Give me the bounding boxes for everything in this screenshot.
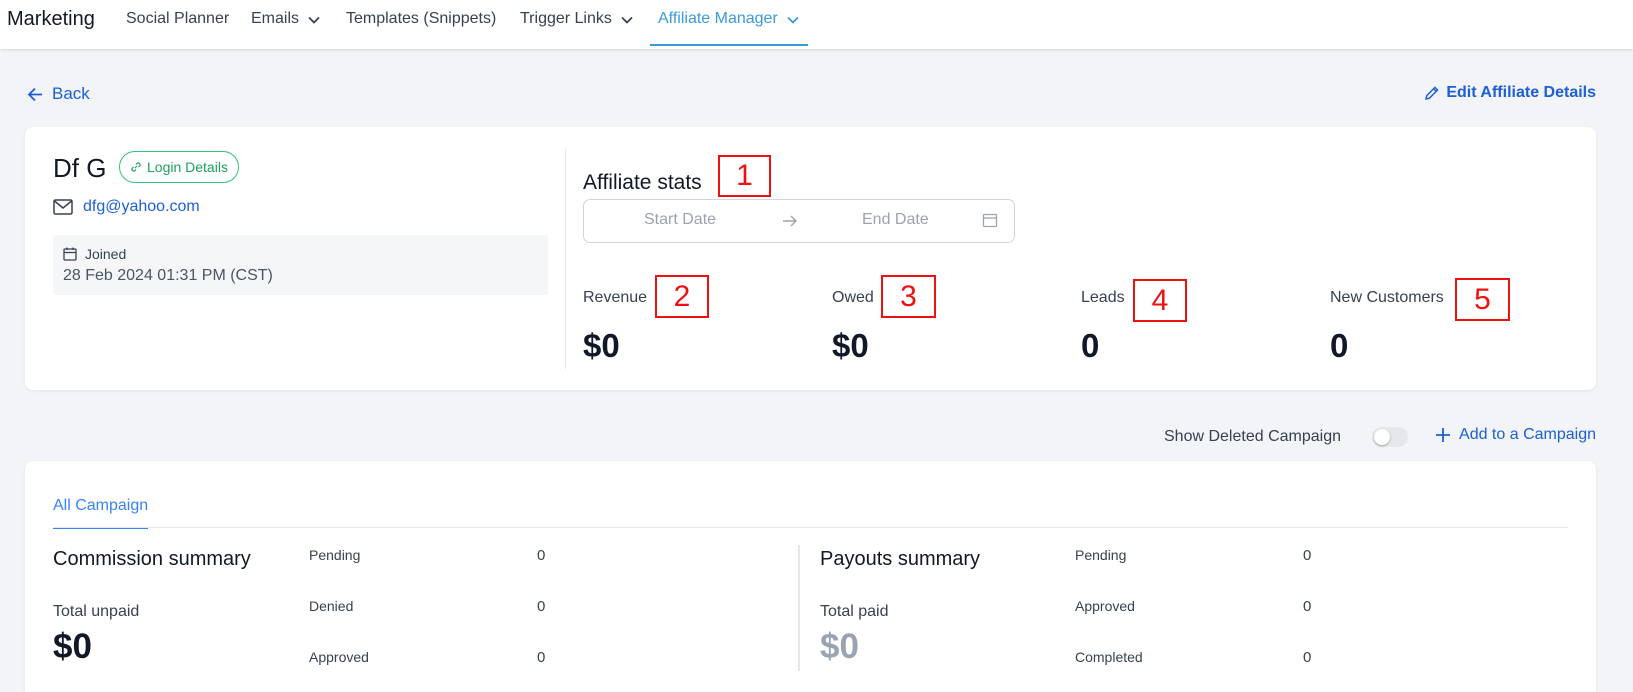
chevron-down-icon <box>621 16 633 24</box>
pencil-icon <box>1425 86 1440 101</box>
chevron-down-icon <box>308 16 320 24</box>
nav-item-emails[interactable]: Emails <box>251 10 321 46</box>
commission-denied-label: Denied <box>309 598 354 614</box>
nav-item-trigger-links[interactable]: Trigger Links <box>520 10 634 46</box>
calendar-icon <box>982 213 998 228</box>
calendar-icon <box>63 247 77 261</box>
joined-label: Joined <box>85 246 127 262</box>
arrow-left-icon <box>27 87 42 101</box>
edit-affiliate-button[interactable]: Edit Affiliate Details <box>1424 84 1596 102</box>
stat-label: New Customers <box>1330 289 1444 306</box>
stat-leads: Leads 0 <box>1081 289 1125 365</box>
nav-item-social-planner[interactable]: Social Planner <box>126 10 229 46</box>
payouts-pending-value: 0 <box>1303 547 1312 564</box>
add-campaign-label: Add to a Campaign <box>1459 426 1596 443</box>
email-row: dfg@yahoo.com <box>53 198 200 216</box>
date-range-picker[interactable]: Start Date End Date <box>583 199 1015 243</box>
stat-revenue: Revenue $0 <box>583 289 647 365</box>
commission-approved-value: 0 <box>537 649 546 666</box>
tab-all-campaign[interactable]: All Campaign <box>53 497 149 529</box>
joined-date: 28 Feb 2024 01:31 PM (CST) <box>63 267 273 284</box>
affiliate-name: Df G <box>53 153 107 183</box>
stat-value: $0 <box>832 327 869 364</box>
total-paid-value: $0 <box>820 627 859 666</box>
stat-label: Revenue <box>583 289 648 306</box>
campaign-card: All Campaign Commission summary Total un… <box>25 461 1596 692</box>
stat-owed: Owed $0 <box>832 289 874 365</box>
login-details-label: Login Details <box>147 159 228 175</box>
tab-divider <box>53 527 1568 528</box>
payouts-approved-value: 0 <box>1303 598 1312 615</box>
commission-approved-label: Approved <box>309 649 369 665</box>
total-unpaid-value: $0 <box>53 627 92 666</box>
back-label: Back <box>52 84 90 103</box>
annotation-marker-4: 4 <box>1133 279 1187 322</box>
toggle-knob <box>1374 429 1390 445</box>
app-title: Marketing <box>7 8 95 30</box>
payouts-summary-title: Payouts summary <box>820 548 981 570</box>
commission-pending-value: 0 <box>537 547 546 564</box>
stat-value: 0 <box>1330 327 1349 364</box>
joined-info: Joined 28 Feb 2024 01:31 PM (CST) <box>53 235 548 295</box>
annotation-marker-5: 5 <box>1455 278 1510 321</box>
back-link[interactable]: Back <box>27 84 90 104</box>
nav-item-label: Social Planner <box>126 10 230 27</box>
show-deleted-label: Show Deleted Campaign <box>1164 428 1341 445</box>
add-to-campaign-button[interactable]: Add to a Campaign <box>1435 426 1596 444</box>
commission-summary-title: Commission summary <box>53 548 251 570</box>
end-date-input[interactable]: End Date <box>862 211 929 229</box>
total-unpaid-label: Total unpaid <box>53 603 140 620</box>
divider <box>798 545 800 671</box>
commission-pending-label: Pending <box>309 547 361 563</box>
login-details-button[interactable]: Login Details <box>119 151 239 183</box>
payouts-approved-label: Approved <box>1075 598 1135 614</box>
arrow-right-icon <box>783 215 797 227</box>
commission-denied-value: 0 <box>537 598 546 615</box>
nav-item-label: Templates (Snippets) <box>346 10 497 27</box>
payouts-completed-value: 0 <box>1303 649 1312 666</box>
link-icon <box>131 162 141 172</box>
stat-label: Leads <box>1081 289 1125 306</box>
top-navigation: Marketing Social Planner Emails Template… <box>0 0 1633 49</box>
total-paid-label: Total paid <box>820 603 889 620</box>
affiliate-email[interactable]: dfg@yahoo.com <box>83 198 200 216</box>
nav-item-templates[interactable]: Templates (Snippets) <box>346 10 496 46</box>
mail-icon <box>53 199 73 215</box>
annotation-marker-2: 2 <box>655 275 709 318</box>
nav-item-affiliate-manager[interactable]: Affiliate Manager <box>650 10 808 46</box>
stat-value: 0 <box>1081 327 1100 364</box>
annotation-marker-3: 3 <box>881 275 936 318</box>
nav-item-label: Trigger Links <box>520 10 612 27</box>
nav-item-label: Emails <box>251 10 300 27</box>
stat-value: $0 <box>583 327 620 364</box>
show-deleted-toggle[interactable] <box>1372 427 1408 447</box>
payouts-completed-label: Completed <box>1075 649 1143 665</box>
chevron-down-icon <box>787 16 799 24</box>
payouts-pending-label: Pending <box>1075 547 1127 563</box>
start-date-input[interactable]: Start Date <box>644 211 716 229</box>
divider <box>565 149 566 369</box>
stat-label: Owed <box>832 289 874 306</box>
plus-icon <box>1436 428 1451 442</box>
affiliate-card: Df G Login Details dfg@yahoo.com Joined … <box>25 127 1596 390</box>
annotation-marker-1: 1 <box>718 155 771 197</box>
nav-item-label: Affiliate Manager <box>658 10 778 27</box>
affiliate-stats-title: Affiliate stats <box>583 171 702 194</box>
edit-label: Edit Affiliate Details <box>1446 84 1596 101</box>
stat-new-customers: New Customers 0 <box>1330 289 1444 365</box>
